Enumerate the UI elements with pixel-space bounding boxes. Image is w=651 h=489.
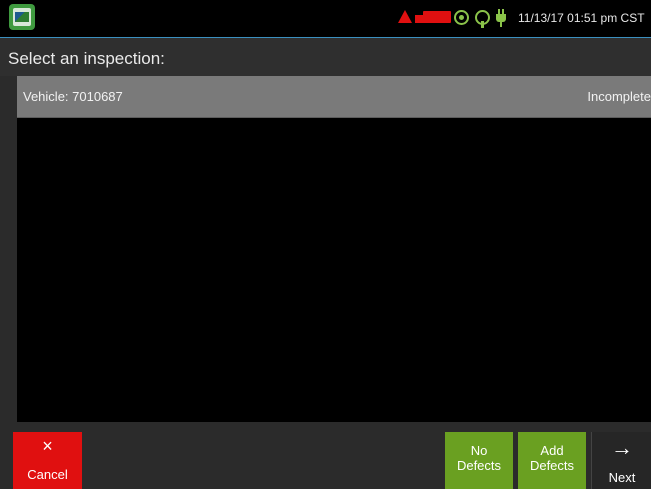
truck-icon [415, 11, 451, 25]
add-defects-line2: Defects [529, 458, 575, 473]
title-bar: Select an inspection: [0, 38, 651, 76]
alert-icon [398, 10, 412, 23]
inspection-list: Vehicle: 7010687 Incomplete [17, 76, 651, 422]
page-title: Select an inspection: [8, 49, 165, 68]
add-defects-label: Add Defects [518, 443, 586, 473]
gps-icon [454, 10, 469, 25]
plug-icon [496, 9, 506, 27]
cancel-label: Cancel [27, 467, 68, 482]
cancel-button[interactable]: × Cancel [13, 432, 82, 489]
add-defects-button[interactable]: Add Defects [518, 432, 586, 489]
add-defects-line1: Add [540, 443, 564, 458]
inspection-row[interactable]: Vehicle: 7010687 Incomplete [17, 76, 651, 118]
no-defects-line2: Defects [456, 458, 502, 473]
next-button[interactable]: → Next [591, 432, 651, 489]
action-bar: × Cancel No Defects Add Defects → Next [0, 429, 651, 489]
status-bar: 11/13/17 01:51 pm CST [0, 0, 651, 38]
no-defects-button[interactable]: No Defects [445, 432, 513, 489]
close-icon: × [42, 436, 53, 456]
next-label: Next [608, 470, 636, 485]
inspection-vehicle-label: Vehicle: 7010687 [23, 89, 123, 104]
inspection-status: Incomplete [587, 89, 651, 104]
signal-icon [475, 10, 490, 28]
arrow-right-icon: → [611, 435, 633, 460]
no-defects-line1: No [470, 443, 488, 458]
status-datetime: 11/13/17 01:51 pm CST [518, 11, 645, 25]
app-logo-icon[interactable] [9, 4, 35, 30]
no-defects-label: No Defects [445, 443, 513, 473]
